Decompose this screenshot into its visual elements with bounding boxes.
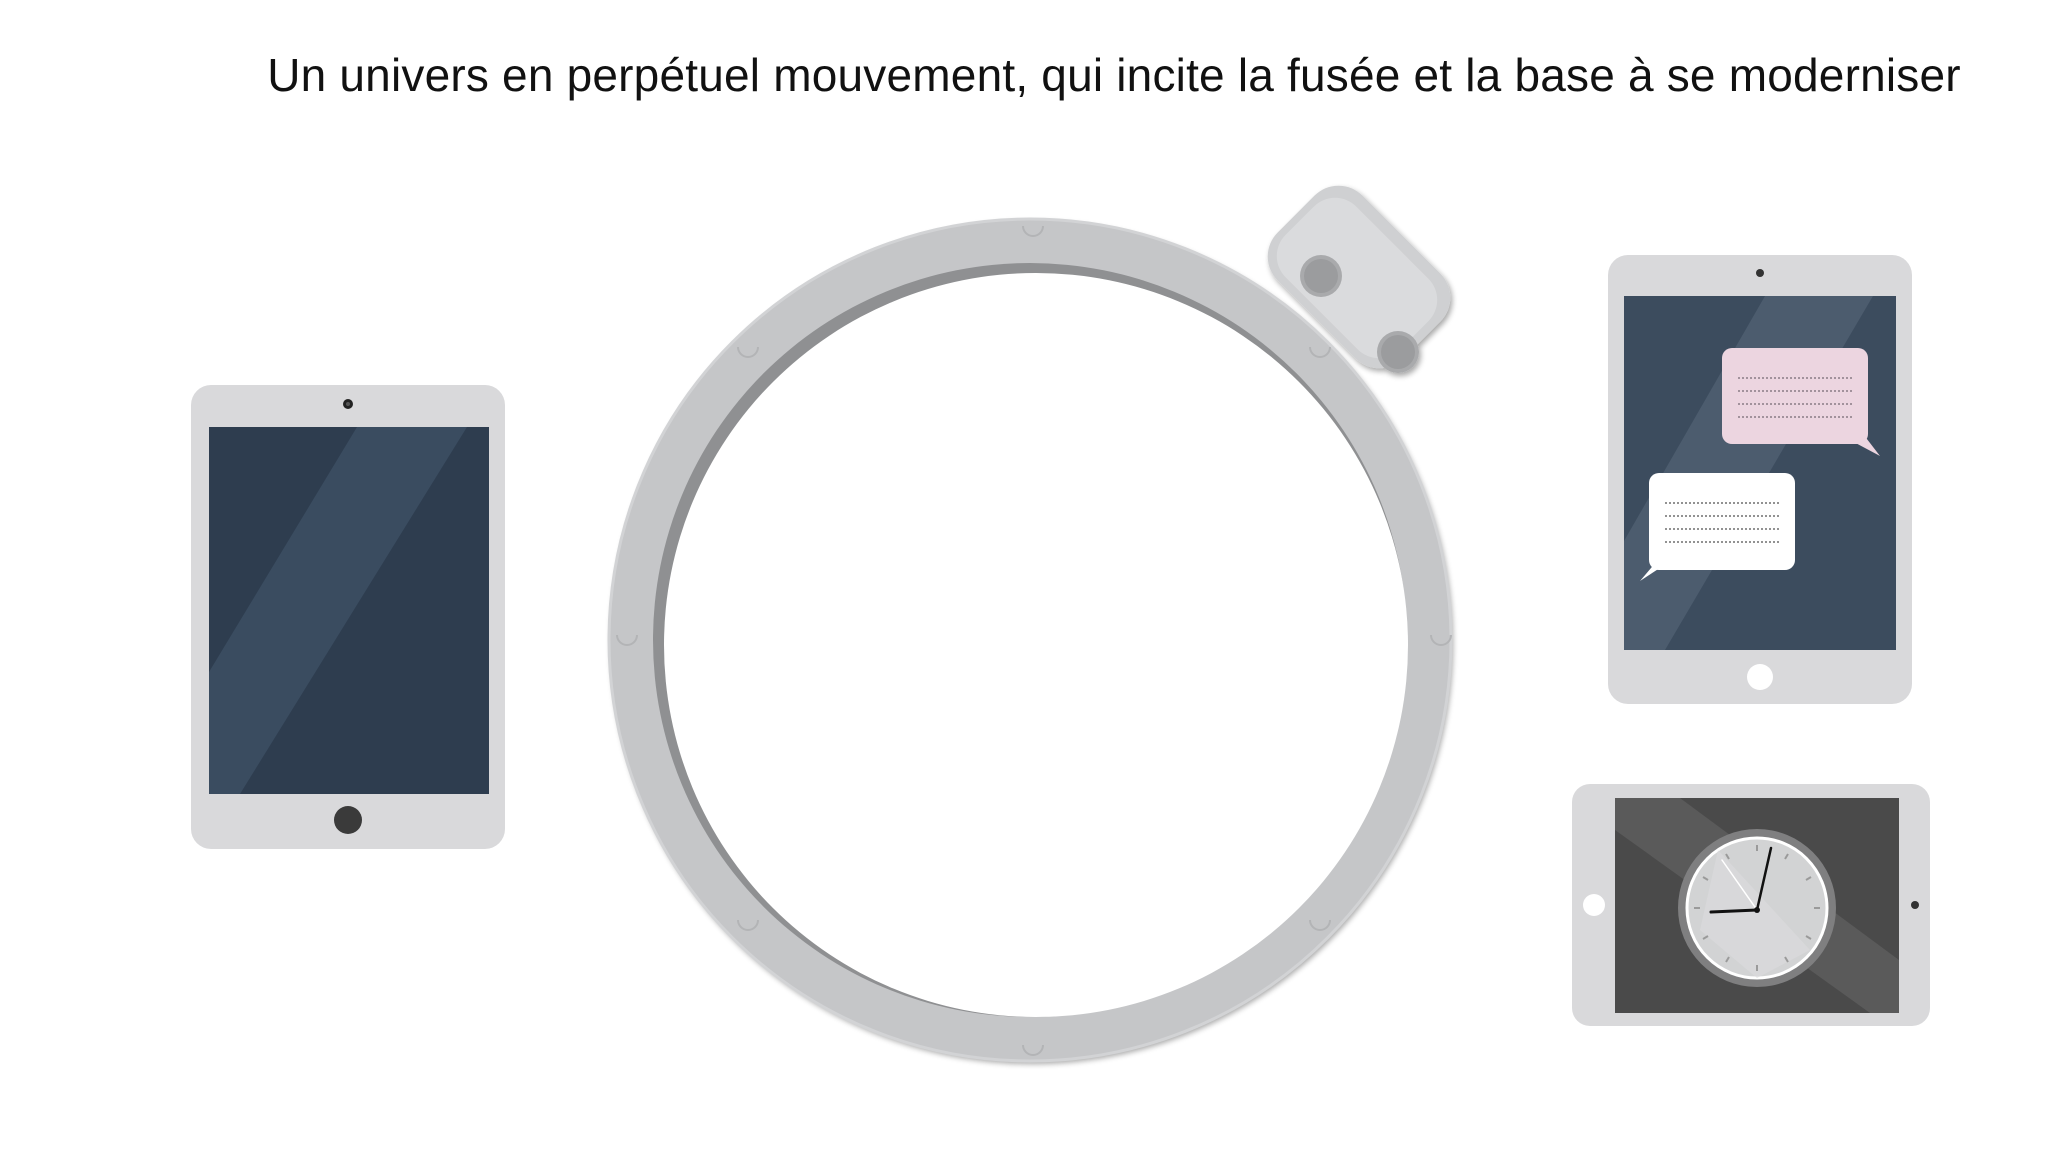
chat-tablet-icon	[1608, 255, 1912, 704]
illustration-scene	[191, 185, 1930, 1063]
porthole-glass	[664, 273, 1408, 1017]
left-tablet-icon	[191, 385, 505, 849]
clock-hour-hand	[1709, 908, 1759, 914]
left-tablet-home-button	[334, 806, 362, 834]
chat-tablet-camera	[1756, 269, 1764, 277]
pink-message-bubble	[1722, 348, 1880, 456]
white-message-bubble	[1640, 473, 1795, 581]
chat-tablet-home-button	[1747, 664, 1773, 690]
clock-tablet-camera	[1911, 901, 1919, 909]
clock-tablet-icon	[1572, 784, 1930, 1026]
porthole-icon	[607, 185, 1453, 1063]
clock-tablet-home-button	[1583, 894, 1605, 916]
analog-clock-icon	[1678, 829, 1836, 987]
